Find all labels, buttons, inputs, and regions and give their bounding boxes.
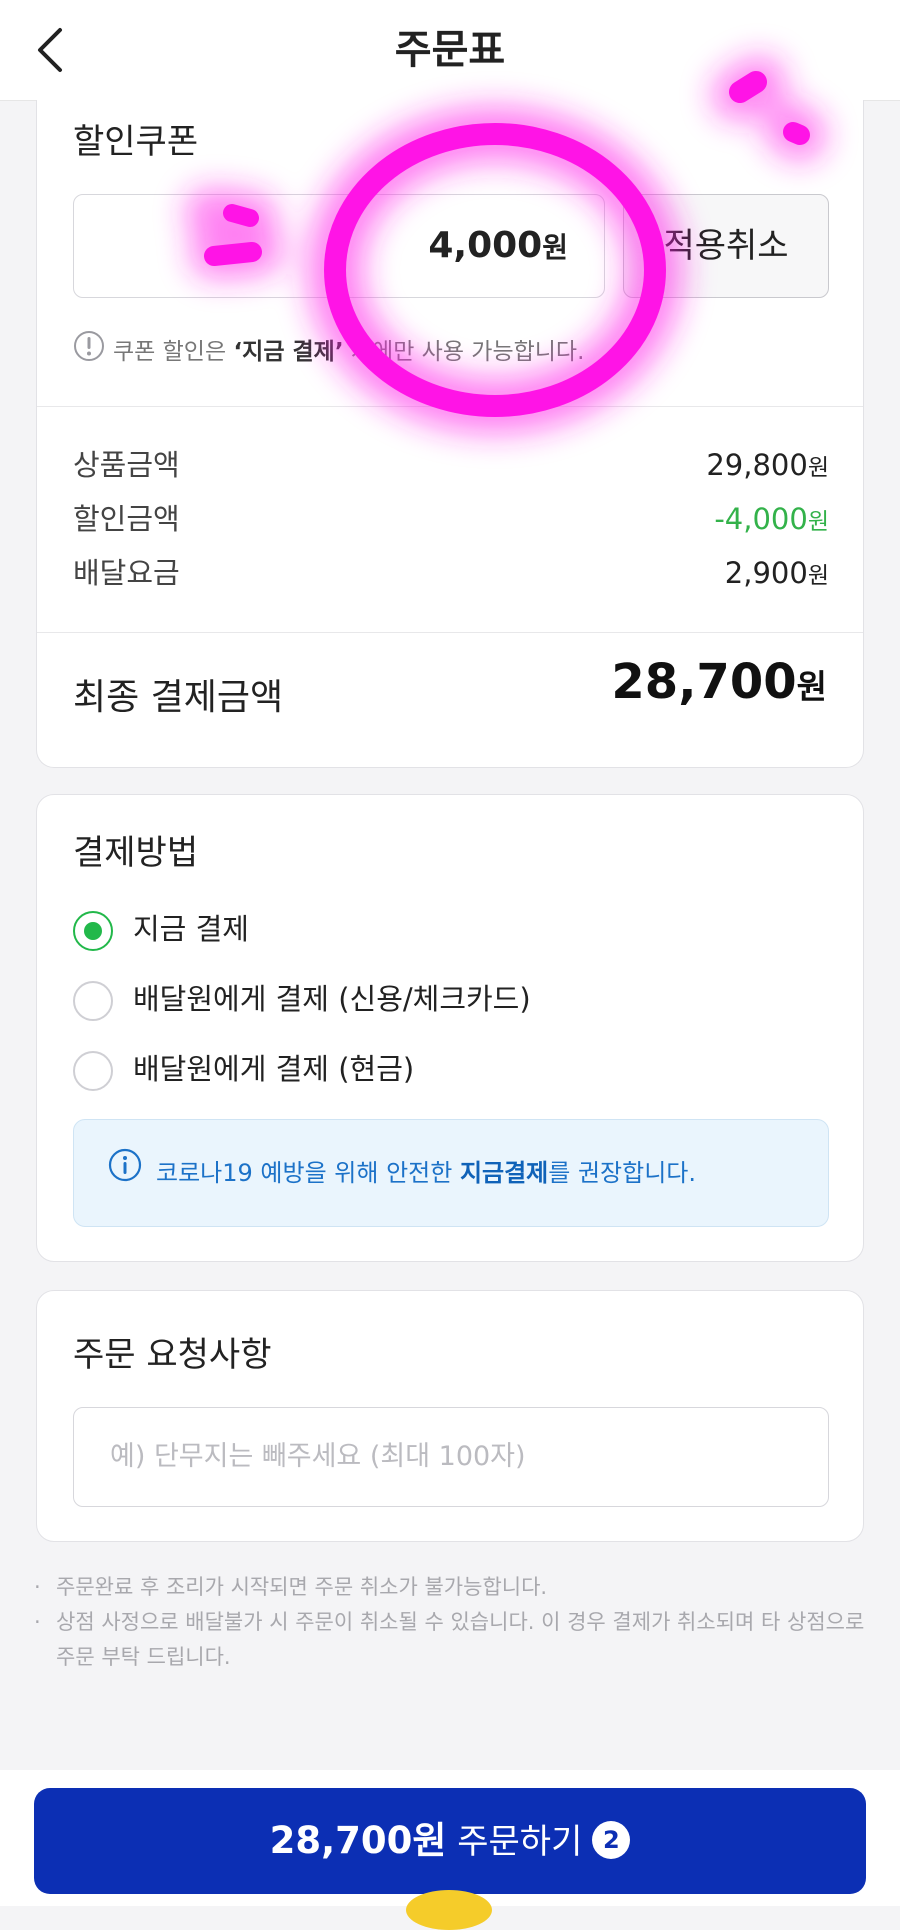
payment-option-now[interactable]: 지금 결제: [73, 905, 249, 953]
radio-selected-icon[interactable]: [73, 911, 113, 951]
payment-option-label: 지금 결제: [133, 912, 249, 946]
summary-label: 할인금액: [73, 502, 180, 536]
summary-value: -4,000원: [714, 496, 829, 545]
summary-row-product: 상품금액 29,800원: [73, 442, 829, 488]
summary-label: 상품금액: [73, 448, 180, 482]
info-suffix: 를 권장합니다.: [548, 1159, 697, 1187]
coupon-currency: 원: [542, 231, 568, 264]
floating-button-edge: [406, 1890, 492, 1930]
summary-value: 2,900원: [725, 550, 829, 599]
cart-count-badge: 2: [592, 1820, 631, 1859]
app-header: 주문표: [0, 0, 900, 101]
summary-amount: -4,000: [714, 502, 808, 536]
summary-unit: 원: [807, 509, 829, 535]
coupon-summary-card: 할인쿠폰 4,000원 적용취소 쿠폰 할인은 ‘지금 결제’ 시에만 사용 가…: [36, 100, 864, 768]
payment-option-card-on-delivery[interactable]: 배달원에게 결제 (신용/체크카드): [73, 975, 531, 1023]
request-section-title: 주문 요청사항: [73, 1335, 272, 1375]
summary-label: 배달요금: [73, 556, 180, 590]
summary-value: 29,800원: [706, 442, 829, 491]
bottom-bar: 28,700원 주문하기 2: [0, 1770, 900, 1906]
coupon-amount-field[interactable]: 4,000원: [73, 194, 605, 298]
order-label: 주문하기: [457, 1822, 583, 1862]
payment-method-card: 결제방법 지금 결제 배달원에게 결제 (신용/체크카드) 배달원에게 결제 (…: [36, 794, 864, 1262]
order-request-input[interactable]: 예) 단무지는 빼주세요 (최대 100자): [73, 1407, 829, 1507]
info-emphasis: 지금결제: [459, 1159, 549, 1187]
coupon-cancel-button[interactable]: 적용취소: [623, 194, 829, 298]
page-title: 주문표: [394, 27, 506, 73]
summary-row-delivery: 배달요금 2,900원: [73, 550, 829, 596]
radio-unselected-icon[interactable]: [73, 1051, 113, 1091]
order-amount: 28,700원: [269, 1819, 447, 1862]
payment-option-label: 배달원에게 결제 (현금): [133, 1052, 415, 1086]
coupon-notice-emphasis: ‘지금 결제’: [233, 339, 344, 365]
coupon-amount-value: 4,000: [428, 225, 543, 266]
info-circle-icon: [108, 1121, 142, 1227]
footnote: 주문완료 후 조리가 시작되면 주문 취소가 불가능합니다.: [34, 1570, 870, 1605]
final-amount-value: 28,700: [611, 654, 797, 710]
payment-option-cash-on-delivery[interactable]: 배달원에게 결제 (현금): [73, 1045, 414, 1093]
coupon-section-title: 할인쿠폰: [73, 122, 199, 162]
divider: [37, 632, 863, 633]
divider: [37, 406, 863, 407]
coupon-notice-text: 쿠폰 할인은: [113, 339, 234, 365]
summary-unit: 원: [807, 563, 829, 589]
info-text: 코로나19 예방을 위해 안전한: [156, 1159, 460, 1187]
final-amount-unit: 원: [796, 667, 827, 706]
payment-section-title: 결제방법: [73, 833, 199, 873]
order-request-card: 주문 요청사항 예) 단무지는 빼주세요 (최대 100자): [36, 1290, 864, 1542]
summary-amount: 29,800: [706, 448, 808, 482]
order-button[interactable]: 28,700원 주문하기 2: [34, 1788, 866, 1894]
payment-info-banner: 코로나19 예방을 위해 안전한 지금결제를 권장합니다.: [73, 1119, 829, 1227]
coupon-notice: 쿠폰 할인은 ‘지금 결제’ 시에만 사용 가능합니다.: [73, 330, 584, 370]
radio-unselected-icon[interactable]: [73, 981, 113, 1021]
order-footnotes: 주문완료 후 조리가 시작되면 주문 취소가 불가능합니다. 상점 사정으로 배…: [34, 1570, 870, 1675]
exclamation-circle-icon: [73, 330, 105, 375]
coupon-amount: 4,000원: [428, 195, 568, 299]
summary-row-discount: 할인금액 -4,000원: [73, 496, 829, 542]
coupon-notice-suffix: 시에만 사용 가능합니다.: [343, 339, 585, 365]
footnote: 상점 사정으로 배달불가 시 주문이 취소될 수 있습니다. 이 경우 결제가 …: [34, 1605, 870, 1675]
summary-amount: 2,900: [724, 556, 808, 590]
summary-unit: 원: [807, 455, 829, 481]
final-amount-label: 최종 결제금액: [73, 677, 284, 718]
final-amount: 28,700원: [611, 654, 827, 710]
payment-option-label: 배달원에게 결제 (신용/체크카드): [133, 982, 531, 1016]
